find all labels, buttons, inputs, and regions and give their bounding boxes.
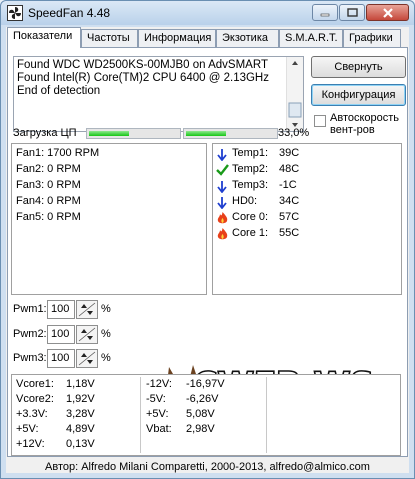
temp-label: Temp1:	[232, 147, 269, 159]
voltage-value: 0,13V	[66, 438, 95, 450]
voltage-label: +5V:	[16, 423, 39, 435]
progress-fill	[89, 131, 129, 136]
tab-info[interactable]: Информация	[138, 29, 216, 47]
voltage-label: -12V:	[146, 378, 172, 390]
close-window-button[interactable]	[366, 4, 409, 21]
client-area: Показатели Частоты Информация Экзотика S…	[6, 27, 409, 473]
minimize-button[interactable]: Свернуть	[311, 56, 406, 78]
maximize-window-button[interactable]	[339, 4, 365, 21]
voltage-label: Vcore2:	[16, 393, 54, 405]
voltage-label: +5V:	[146, 408, 169, 420]
arrow-down-icon	[217, 197, 227, 209]
pwm-unit: %	[101, 352, 111, 364]
tab-exotics[interactable]: Экзотика	[216, 29, 279, 47]
voltage-label: -5V:	[146, 393, 166, 405]
tab-charts[interactable]: Графики	[343, 29, 401, 47]
pwm-label: Pwm1:	[13, 303, 47, 315]
pwm1-input[interactable]: 100	[47, 300, 75, 319]
temp-value: 34C	[279, 195, 300, 207]
window-title: SpeedFan 4.48	[28, 6, 111, 20]
temp-value: 57C	[279, 211, 300, 223]
voltage-label: +3.3V:	[16, 408, 48, 420]
close-icon	[382, 7, 393, 18]
voltage-value: 1,92V	[66, 393, 95, 405]
spinner-arrows-icon	[78, 327, 96, 342]
log-line: End of detection	[17, 85, 101, 97]
voltage-value: 4,89V	[66, 423, 95, 435]
cpu-load-value: 33,0%	[278, 127, 310, 139]
fan-icon	[7, 5, 23, 21]
pwm-unit: %	[101, 328, 111, 340]
status-bar: Автор: Alfredo Milani Comparetti, 2000-2…	[45, 461, 370, 473]
column-divider	[140, 377, 141, 453]
tab-smart[interactable]: S.M.A.R.T.	[279, 29, 343, 47]
minimize-window-button[interactable]	[312, 4, 338, 21]
fan-reading: Fan2: 0 RPM	[16, 163, 81, 175]
voltage-value: 5,08V	[186, 408, 215, 420]
voltages-group: Vcore1: 1,18V Vcore2: 1,92V +3.3V: 3,28V…	[11, 374, 401, 456]
pwm-unit: %	[101, 303, 111, 315]
pwm1-spinner[interactable]	[76, 300, 98, 319]
temp-value: 55C	[279, 227, 300, 239]
voltage-value: 2,98V	[186, 423, 215, 435]
pwm2-spinner[interactable]	[76, 325, 98, 344]
fan-reading: Fan4: 0 RPM	[16, 195, 81, 207]
pwm-label: Pwm3:	[13, 352, 47, 364]
temperatures-group: Temp1: 39C Temp2: 48C Temp3: -1C HD0: 34…	[212, 143, 402, 295]
pwm3-spinner[interactable]	[76, 349, 98, 368]
pwm3-input[interactable]: 100	[47, 349, 75, 368]
pwm-label: Pwm2:	[13, 328, 47, 340]
autospeed-checkbox[interactable]	[314, 115, 326, 127]
temp-label: Core 0:	[232, 211, 269, 223]
temp-label: Core 1:	[232, 227, 269, 239]
voltage-value: -6,26V	[186, 393, 219, 405]
log-line: Found Intel(R) Core(TM)2 CPU 6400 @ 2.13…	[17, 72, 269, 84]
cpu-load-label: Загрузка ЦП	[13, 127, 77, 139]
voltage-label: Vcore1:	[16, 378, 54, 390]
fan-reading: Fan5: 0 RPM	[16, 211, 81, 223]
log-line: Found WDC WD2500KS-00MJB0 on AdvSMART	[17, 59, 268, 71]
spinner-arrows-icon	[78, 351, 96, 366]
temp-label: Temp3:	[232, 179, 269, 191]
configure-button[interactable]: Конфигурация	[311, 84, 406, 106]
readings-panel: Found WDC WD2500KS-00MJB0 on AdvSMART Fo…	[7, 47, 408, 457]
temp-label: Temp2:	[232, 163, 269, 175]
arrow-down-icon	[217, 149, 227, 161]
flame-icon	[217, 212, 228, 224]
progress-fill	[186, 131, 226, 136]
voltage-label: Vbat:	[146, 423, 172, 435]
arrow-down-icon	[217, 181, 227, 193]
speedfan-window: SpeedFan 4.48 Показатели Частоты Информа…	[0, 0, 415, 479]
spinner-arrows-icon	[78, 302, 96, 317]
autospeed-label-line1: Автоскорость	[330, 112, 400, 124]
checkmark-icon	[216, 164, 229, 176]
temp-value: 39C	[279, 147, 300, 159]
log-scrollbar[interactable]	[286, 57, 303, 131]
voltage-label: +12V:	[16, 438, 45, 450]
column-divider	[266, 377, 267, 453]
autospeed-label-line2: вент-ров	[330, 124, 375, 136]
temp-value: 48C	[279, 163, 300, 175]
pwm2-input[interactable]: 100	[47, 325, 75, 344]
title-bar[interactable]: SpeedFan 4.48	[1, 1, 414, 25]
cpu-core1-progress	[86, 128, 181, 139]
maximize-icon	[346, 8, 358, 17]
cpu-core2-progress	[183, 128, 278, 139]
voltage-value: 3,28V	[66, 408, 95, 420]
flame-icon	[217, 228, 228, 240]
fans-group: Fan1: 1700 RPM Fan2: 0 RPM Fan3: 0 RPM F…	[11, 143, 207, 295]
voltage-value: -16,97V	[186, 378, 225, 390]
minimize-icon	[320, 13, 330, 16]
temp-label: HD0:	[232, 195, 258, 207]
detection-log[interactable]: Found WDC WD2500KS-00MJB0 on AdvSMART Fo…	[13, 56, 304, 132]
fan-reading: Fan3: 0 RPM	[16, 179, 81, 191]
scroll-arrows-icon	[288, 61, 302, 127]
tab-readings[interactable]: Показатели	[7, 27, 81, 48]
temp-value: -1C	[279, 179, 297, 191]
tab-clocks[interactable]: Частоты	[81, 29, 138, 47]
voltage-value: 1,18V	[66, 378, 95, 390]
fan-reading: Fan1: 1700 RPM	[16, 147, 100, 159]
